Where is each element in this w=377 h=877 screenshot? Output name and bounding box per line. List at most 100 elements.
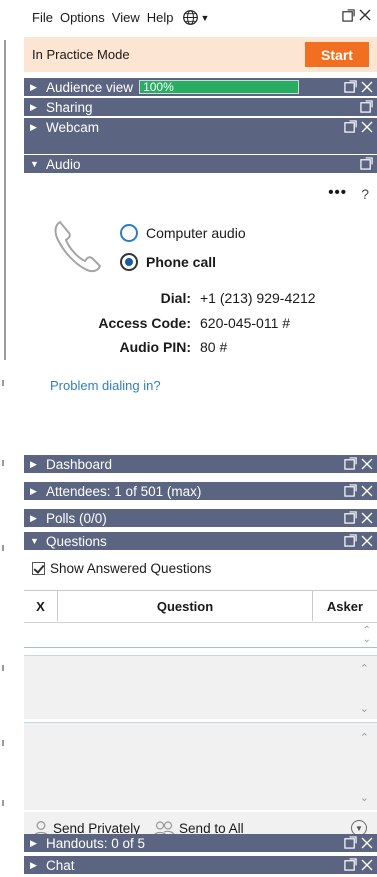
- edge-line: [4, 40, 6, 360]
- questions-table: X Question Asker ⌃ ⌄: [24, 590, 377, 648]
- chevron-down-icon: ▼: [355, 823, 363, 833]
- progress-text: 100%: [143, 80, 174, 94]
- menu-bar: File Options View Help ▼: [24, 0, 377, 35]
- popout-icon[interactable]: [360, 100, 373, 113]
- edge-tick: [2, 380, 4, 386]
- popout-icon[interactable]: [342, 9, 355, 22]
- dial-label: Dial:: [160, 290, 191, 306]
- menu-view[interactable]: View: [112, 10, 140, 25]
- scroll-up-icon[interactable]: ⌃: [360, 731, 369, 744]
- edge-tick: [2, 740, 4, 746]
- scroll-down-icon[interactable]: ⌄: [360, 791, 369, 804]
- popout-icon[interactable]: [344, 858, 357, 871]
- section-title: Audio: [46, 156, 81, 172]
- popout-icon[interactable]: [360, 157, 373, 170]
- section-title: Webcam: [46, 119, 100, 135]
- popout-icon[interactable]: [344, 120, 357, 133]
- popout-icon[interactable]: [344, 511, 357, 524]
- expand-arrow-icon: ▶: [30, 485, 37, 496]
- popout-icon[interactable]: [344, 484, 357, 497]
- scroll-up-icon[interactable]: ⌃: [360, 662, 369, 675]
- column-header-asker[interactable]: Asker: [313, 591, 377, 621]
- expand-arrow-icon: ▶: [30, 512, 37, 523]
- section-handouts[interactable]: ▶ Handouts: 0 of 5: [24, 834, 377, 852]
- section-title: Questions: [46, 533, 107, 549]
- radio-computer-audio[interactable]: [120, 224, 138, 242]
- section-title: Dashboard: [46, 456, 113, 472]
- section-dashboard[interactable]: ▶ Dashboard: [24, 455, 377, 473]
- section-audio[interactable]: ▼ Audio: [24, 155, 377, 173]
- globe-icon: [183, 10, 199, 25]
- expand-arrow-icon: ▶: [30, 101, 37, 112]
- collapse-arrow-icon: ▼: [30, 536, 39, 546]
- answer-input-area[interactable]: ⌃ ⌄: [24, 722, 377, 810]
- practice-mode-label: In Practice Mode: [32, 47, 130, 62]
- section-title: Attendees: 1 of 501 (max): [46, 483, 202, 499]
- section-webcam[interactable]: ▶ Webcam: [24, 118, 377, 136]
- expand-arrow-icon: ▶: [30, 837, 37, 848]
- dial-value: +1 (213) 929-4212: [200, 290, 316, 306]
- access-code-label: Access Code:: [98, 315, 191, 331]
- audience-progress-bar: 100%: [139, 80, 300, 94]
- table-row[interactable]: ⌃ ⌄: [24, 622, 377, 648]
- show-answered-checkbox[interactable]: [32, 562, 45, 575]
- control-panel: File Options View Help ▼ In Practice Mod…: [24, 0, 377, 877]
- close-icon[interactable]: [359, 9, 371, 21]
- language-menu[interactable]: ▼: [182, 9, 209, 26]
- progress-fill: 100%: [140, 80, 299, 94]
- audio-pin-value: 80 #: [200, 339, 228, 355]
- section-questions[interactable]: ▼ Questions: [24, 532, 377, 550]
- popout-icon[interactable]: [344, 457, 357, 470]
- close-icon[interactable]: [361, 859, 373, 871]
- menu-options[interactable]: Options: [60, 10, 105, 25]
- section-polls[interactable]: ▶ Polls (0/0): [24, 509, 377, 527]
- close-icon[interactable]: [361, 81, 373, 93]
- phone-icon: [54, 220, 102, 273]
- popout-icon[interactable]: [344, 836, 357, 849]
- show-answered-toggle[interactable]: Show Answered Questions: [32, 561, 211, 576]
- show-answered-label: Show Answered Questions: [50, 561, 212, 576]
- problem-dialing-link[interactable]: Problem dialing in?: [50, 378, 161, 393]
- practice-mode-bar: In Practice Mode Start: [24, 37, 377, 72]
- edge-tick: [2, 800, 4, 806]
- audio-panel: ••• ? Computer audio Phone call Dial: +1…: [24, 176, 377, 452]
- section-chat[interactable]: ▶ Chat: [24, 856, 377, 874]
- column-header-question[interactable]: Question: [58, 591, 313, 621]
- collapse-arrow-icon: ▼: [30, 159, 39, 169]
- popout-icon[interactable]: [344, 80, 357, 93]
- menu-file[interactable]: File: [32, 10, 53, 25]
- window-left-edge: [0, 40, 22, 877]
- close-icon[interactable]: [361, 458, 373, 470]
- start-button[interactable]: Start: [305, 42, 369, 67]
- section-attendees[interactable]: ▶ Attendees: 1 of 501 (max): [24, 482, 377, 500]
- close-icon[interactable]: [361, 485, 373, 497]
- section-title: Handouts: 0 of 5: [46, 835, 146, 851]
- computer-audio-option[interactable]: Computer audio: [120, 224, 246, 242]
- expand-arrow-icon: ▶: [30, 458, 37, 469]
- more-options-button[interactable]: •••: [328, 184, 347, 201]
- expand-arrow-icon: ▶: [30, 81, 37, 92]
- close-icon[interactable]: [361, 535, 373, 547]
- help-button[interactable]: ?: [361, 186, 369, 202]
- section-title: Sharing: [46, 99, 93, 115]
- close-icon[interactable]: [361, 512, 373, 524]
- popout-icon[interactable]: [344, 534, 357, 547]
- scroll-down-icon[interactable]: ⌄: [360, 702, 369, 715]
- audio-pin-label: Audio PIN:: [119, 339, 191, 355]
- close-icon[interactable]: [361, 837, 373, 849]
- section-sharing[interactable]: ▶ Sharing: [24, 98, 377, 116]
- question-view-area[interactable]: ⌃ ⌄: [24, 655, 377, 719]
- expand-arrow-icon: ▶: [30, 121, 37, 132]
- edge-tick: [2, 460, 4, 466]
- close-icon[interactable]: [361, 121, 373, 133]
- column-header-x[interactable]: X: [24, 591, 58, 621]
- section-webcam-bottom: [24, 136, 377, 154]
- menu-help[interactable]: Help: [147, 10, 174, 25]
- phone-call-option[interactable]: Phone call: [120, 253, 216, 271]
- section-audience-view[interactable]: ▶ Audience view 100%: [24, 78, 377, 96]
- dropdown-caret-icon: ▼: [200, 12, 210, 23]
- access-code-value: 620-045-011 #: [200, 315, 291, 331]
- table-scroll-icon[interactable]: ⌃ ⌄: [363, 626, 371, 645]
- radio-phone-call[interactable]: [120, 253, 138, 271]
- edge-tick: [2, 665, 4, 671]
